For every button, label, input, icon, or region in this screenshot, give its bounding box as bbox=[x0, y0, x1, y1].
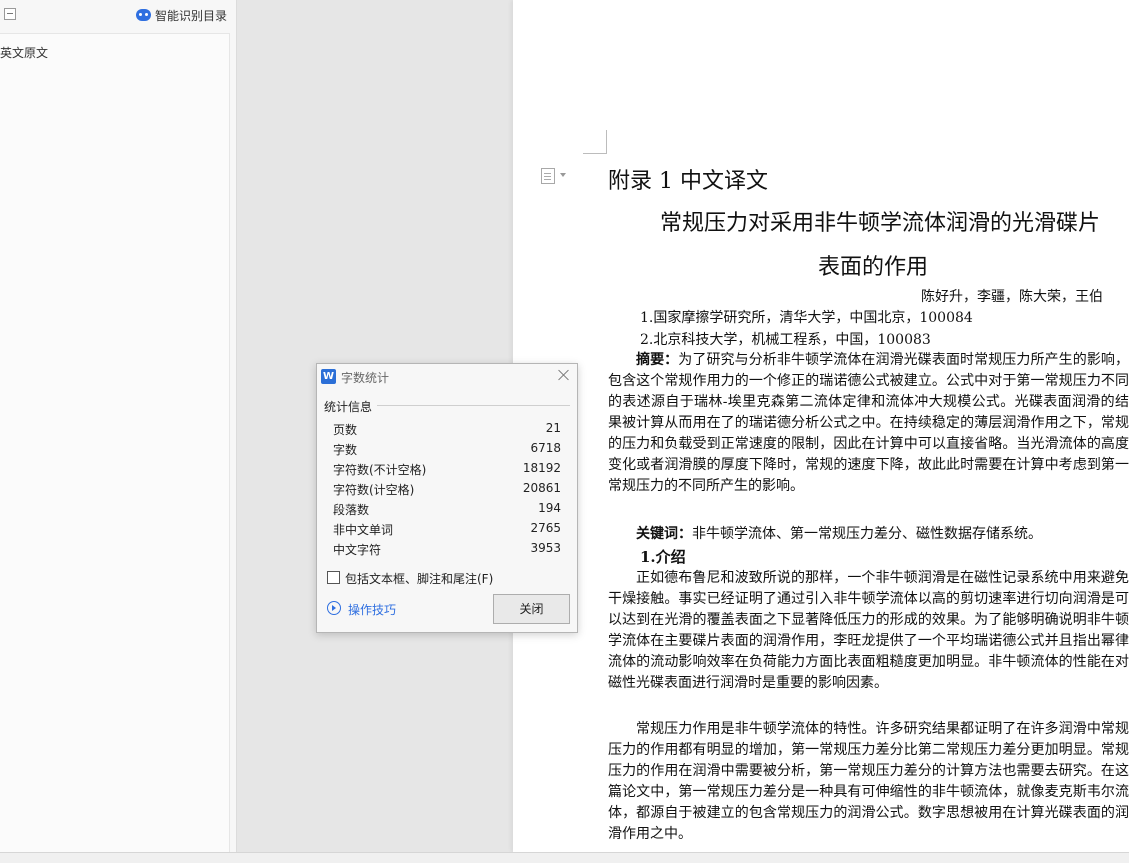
stat-label: 字符数(不计空格) bbox=[333, 463, 427, 477]
section-divider bbox=[377, 405, 570, 406]
stat-row-pages: 页数 21 bbox=[333, 421, 561, 441]
tips-label: 操作技巧 bbox=[348, 603, 397, 617]
outline-item-english-original[interactable]: 英文原文 bbox=[0, 44, 48, 61]
keywords-paragraph: 关键词：非牛顿学流体、第一常规压力差分、磁性数据存储系统。 bbox=[608, 524, 1129, 545]
stat-label: 中文字符 bbox=[333, 543, 382, 557]
outline-list: 英文原文 bbox=[0, 33, 230, 853]
robot-icon bbox=[135, 9, 151, 21]
stat-label: 非中文单词 bbox=[333, 523, 394, 537]
paper-title-line-1: 常规压力对采用非牛顿学流体润滑的光滑碟片 bbox=[660, 211, 1101, 236]
section-heading-introduction: 1.介绍 bbox=[640, 548, 686, 566]
checkbox-label: 包括文本框、脚注和尾注(F) bbox=[345, 572, 494, 586]
intro-paragraph-2: 常规压力作用是非牛顿学流体的特性。许多研究结果都证明了在许多润滑中常规压力的作用… bbox=[608, 721, 1129, 842]
play-circle-icon bbox=[327, 601, 341, 615]
stat-row-paragraphs: 段落数 194 bbox=[333, 501, 561, 521]
keywords-label: 关键词： bbox=[636, 526, 692, 542]
paper-title-line-2: 表面的作用 bbox=[818, 255, 929, 280]
stat-row-chars-no-spaces: 字符数(不计空格) 18192 bbox=[333, 461, 561, 481]
crop-mark-horizontal bbox=[583, 153, 607, 154]
stat-label: 页数 bbox=[333, 423, 358, 437]
crop-mark-vertical bbox=[606, 130, 607, 154]
stat-row-chars-with-spaces: 字符数(计空格) 20861 bbox=[333, 481, 561, 501]
close-icon[interactable] bbox=[556, 368, 570, 382]
stat-value: 2765 bbox=[530, 521, 561, 535]
stat-label: 字数 bbox=[333, 443, 358, 457]
authors: 陈好升，李疆，陈大荣，王伯 bbox=[921, 289, 1103, 305]
affiliation-1: 1.国家摩擦学研究所，清华大学，中国北京，100084 bbox=[640, 310, 973, 326]
abstract-paragraph: 摘要：为了研究与分析非牛顿学流体在润滑光碟表面时常规压力所产生的影响，包含这个常… bbox=[608, 350, 1129, 518]
stat-label: 字符数(计空格) bbox=[333, 483, 415, 497]
dialog-titlebar[interactable]: W 字数统计 bbox=[317, 364, 577, 390]
stat-value: 20861 bbox=[522, 481, 561, 495]
status-bar bbox=[0, 852, 1129, 863]
stat-row-words: 字数 6718 bbox=[333, 441, 561, 461]
statistics-section-label: 统计信息 bbox=[324, 398, 377, 415]
stat-value: 194 bbox=[538, 501, 561, 515]
affiliation-2: 2.北京科技大学，机械工程系，中国，100083 bbox=[640, 332, 931, 348]
document-page[interactable]: 附录 1 中文译文 常规压力对采用非牛顿学流体润滑的光滑碟片 表面的作用 陈好升… bbox=[513, 0, 1129, 852]
dialog-title: 字数统计 bbox=[341, 371, 390, 385]
smart-toc-button[interactable]: 智能识别目录 bbox=[135, 6, 227, 24]
navigation-header: 智能识别目录 bbox=[0, 0, 236, 30]
smart-toc-label: 智能识别目录 bbox=[154, 8, 227, 23]
close-button[interactable]: 关闭 bbox=[493, 594, 570, 624]
chevron-down-icon[interactable] bbox=[560, 173, 566, 177]
intro-paragraph-1: 正如德布鲁尼和波致所说的那样，一个非牛顿润滑是在磁性记录系统中用来避免干燥接触。… bbox=[608, 570, 1129, 691]
collapse-all-icon[interactable] bbox=[4, 8, 16, 20]
stat-value: 3953 bbox=[530, 541, 561, 555]
stat-value: 21 bbox=[545, 421, 561, 435]
include-textbox-footnotes-checkbox[interactable] bbox=[327, 571, 340, 584]
abstract-text: 为了研究与分析非牛顿学流体在润滑光碟表面时常规压力所产生的影响，包含这个常规作用… bbox=[608, 352, 1129, 494]
keywords-text: 非牛顿学流体、第一常规压力差分、磁性数据存储系统。 bbox=[692, 526, 1042, 542]
stat-value: 6718 bbox=[530, 441, 561, 455]
stat-label: 段落数 bbox=[333, 503, 370, 517]
stat-row-chinese-chars: 中文字符 3953 bbox=[333, 541, 561, 561]
appendix-title: 附录 1 中文译文 bbox=[608, 169, 768, 194]
navigation-pane: 智能识别目录 英文原文 bbox=[0, 0, 237, 853]
stat-value: 18192 bbox=[522, 461, 561, 475]
abstract-label: 摘要： bbox=[636, 352, 679, 368]
wps-writer-icon: W bbox=[321, 369, 336, 384]
paragraph-layout-icon[interactable] bbox=[541, 168, 555, 184]
word-count-dialog: W 字数统计 统计信息 页数 21 字数 6718 字符数(不计空格) 1819… bbox=[316, 363, 578, 633]
stat-row-non-chinese-words: 非中文单词 2765 bbox=[333, 521, 561, 541]
